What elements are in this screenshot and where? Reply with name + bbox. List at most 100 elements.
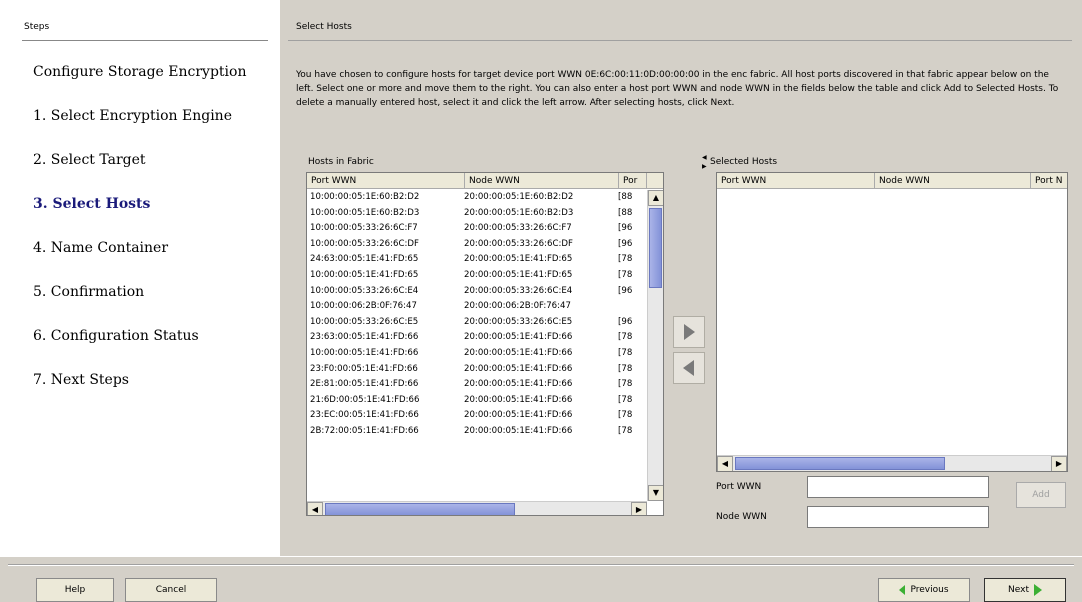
- page-title: Select Hosts: [296, 22, 352, 32]
- scroll-down-icon[interactable]: ▼: [648, 485, 663, 501]
- help-button[interactable]: Help: [36, 578, 114, 602]
- add-button[interactable]: Add: [1016, 482, 1066, 508]
- table-row[interactable]: 10:00:00:05:33:26:6C:E4 20:00:00:05:33:26…: [307, 284, 647, 300]
- table-row[interactable]: 2B:72:00:05:1E:41:FD:66 20:00:00:05:1E:41…: [307, 424, 647, 440]
- sort-up-icon: ◀: [702, 154, 707, 161]
- step-item: 5. Confirmation: [33, 284, 145, 300]
- scroll-left-icon[interactable]: ◀: [307, 502, 323, 515]
- table-cell: 10:00:00:05:1E:41:FD:66: [310, 347, 419, 358]
- table-cell: [78: [618, 363, 633, 374]
- step-item: 6. Configuration Status: [33, 328, 199, 344]
- port-wwn-field[interactable]: [807, 476, 989, 498]
- hosts-table-label: Hosts in Fabric: [308, 157, 374, 167]
- triangle-right-icon: [684, 324, 695, 340]
- hosts-in-fabric-table[interactable]: Port WWN Node WWN Por 10:00:00:05:1E:60:…: [306, 172, 664, 516]
- table-row[interactable]: 2E:81:00:05:1E:41:FD:66 20:00:00:05:1E:41…: [307, 377, 647, 393]
- table-row[interactable]: 10:00:00:05:33:26:6C:F7 20:00:00:05:33:26…: [307, 221, 647, 237]
- hosts-horizontal-scrollbar[interactable]: ◀ ▶: [307, 501, 647, 515]
- table-cell: 20:00:00:05:1E:41:FD:65: [464, 269, 573, 280]
- table-cell: 10:00:00:05:33:26:6C:E4: [310, 285, 419, 296]
- table-cell: 20:00:00:05:1E:41:FD:66: [464, 425, 573, 436]
- table-cell: 20:00:00:05:33:26:6C:E4: [464, 285, 573, 296]
- table-cell: [78: [618, 410, 633, 421]
- table-row[interactable]: 10:00:00:06:2B:0F:76:47 20:00:00:06:2B:0F…: [307, 299, 647, 315]
- table-row[interactable]: 10:00:00:05:33:26:6C:E5 20:00:00:05:33:26…: [307, 315, 647, 331]
- table-cell: 10:00:00:05:1E:60:B2:D2: [310, 192, 420, 202]
- table-cell: 23:F0:00:05:1E:41:FD:66: [310, 363, 418, 374]
- scroll-right-icon[interactable]: ▶: [631, 502, 647, 515]
- table-row[interactable]: 10:00:00:05:1E:60:B2:D3 20:00:00:05:1E:60…: [307, 206, 647, 222]
- table-row[interactable]: 10:00:00:05:1E:41:FD:66 20:00:00:05:1E:41…: [307, 346, 647, 362]
- steps-divider: [22, 40, 268, 41]
- previous-arrow-icon: [899, 585, 906, 595]
- scroll-thumb[interactable]: [649, 208, 662, 288]
- table-cell: [78: [618, 379, 633, 390]
- scroll-thumb[interactable]: [735, 457, 945, 470]
- table-cell: 20:00:00:05:1E:41:FD:66: [464, 332, 573, 343]
- table-cell: [96: [618, 223, 633, 234]
- table-cell: [88: [618, 207, 633, 218]
- step-item: 4. Name Container: [33, 240, 169, 256]
- table-cell: [78: [618, 394, 633, 405]
- scroll-right-icon[interactable]: ▶: [1051, 456, 1067, 471]
- table-row[interactable]: 23:63:00:05:1E:41:FD:66 20:00:00:05:1E:41…: [307, 330, 647, 346]
- node-wwn-field[interactable]: [807, 506, 989, 528]
- column-header-port-wwn[interactable]: Port WWN: [307, 173, 465, 189]
- table-cell: [88: [618, 192, 633, 202]
- column-header-port-n[interactable]: Port N: [1031, 173, 1067, 189]
- table-cell: 10:00:00:05:1E:60:B2:D3: [310, 207, 420, 218]
- steps-list: Configure Storage Encryption 1. Select En…: [33, 64, 246, 416]
- table-cell: 10:00:00:06:2B:0F:76:47: [310, 301, 417, 312]
- next-button-label: Next: [1008, 585, 1029, 595]
- table-cell: [78: [618, 425, 633, 436]
- column-header-corner: [647, 173, 663, 189]
- instructions-text: You have chosen to configure hosts for t…: [296, 70, 1059, 108]
- table-row[interactable]: 24:63:00:05:1E:41:FD:65 20:00:00:05:1E:41…: [307, 252, 647, 268]
- step-item: 2. Select Target: [33, 152, 146, 168]
- selected-hosts-table[interactable]: Port WWN Node WWN Port N ◀ ▶: [716, 172, 1068, 472]
- triangle-left-icon: [683, 360, 694, 376]
- column-header-node-wwn[interactable]: Node WWN: [465, 173, 619, 189]
- move-right-button[interactable]: [673, 316, 705, 348]
- cancel-button-label: Cancel: [155, 585, 187, 595]
- main-panel: Select Hosts You have chosen to configur…: [280, 0, 1082, 556]
- table-cell: [78: [618, 269, 633, 280]
- cancel-button[interactable]: Cancel: [125, 578, 217, 602]
- table-row[interactable]: 23:EC:00:05:1E:41:FD:66 20:00:00:05:1E:41…: [307, 408, 647, 424]
- table-row[interactable]: 23:F0:00:05:1E:41:FD:66 20:00:00:05:1E:41…: [307, 362, 647, 378]
- column-header-node-wwn[interactable]: Node WWN: [875, 173, 1031, 189]
- column-header-port[interactable]: Por: [619, 173, 647, 189]
- steps-panel: Steps Configure Storage Encryption 1. Sel…: [0, 0, 280, 556]
- steps-header: Steps: [24, 22, 50, 32]
- next-arrow-icon: [1033, 584, 1042, 596]
- table-cell: [96: [618, 285, 633, 296]
- selected-horizontal-scrollbar[interactable]: ◀ ▶: [717, 455, 1067, 471]
- table-cell: 24:63:00:05:1E:41:FD:65: [310, 254, 419, 265]
- next-button[interactable]: Next: [984, 578, 1066, 602]
- step-item: 3. Select Hosts: [33, 196, 151, 212]
- table-cell: 20:00:00:05:33:26:6C:E5: [464, 316, 573, 327]
- scroll-left-icon[interactable]: ◀: [717, 456, 733, 471]
- table-cell: [78: [618, 347, 633, 358]
- hosts-vertical-scrollbar[interactable]: ▲ ▼: [647, 190, 663, 501]
- title-divider: [288, 40, 1072, 41]
- table-cell: [78: [618, 332, 633, 343]
- column-header-port-wwn[interactable]: Port WWN: [717, 173, 875, 189]
- table-row[interactable]: 10:00:00:05:1E:41:FD:65 20:00:00:05:1E:41…: [307, 268, 647, 284]
- table-row[interactable]: 10:00:00:05:1E:60:B2:D2 20:00:00:05:1E:60…: [307, 190, 647, 206]
- table-row[interactable]: 21:6D:00:05:1E:41:FD:66 20:00:00:05:1E:41…: [307, 393, 647, 409]
- previous-button[interactable]: Previous: [878, 578, 970, 602]
- table-cell: 20:00:00:05:1E:41:FD:65: [464, 254, 573, 265]
- bottom-divider: [8, 564, 1074, 566]
- table-cell: 20:00:00:06:2B:0F:76:47: [464, 301, 571, 312]
- table-cell: [96: [618, 316, 633, 327]
- table-cell: 20:00:00:05:1E:60:B2:D2: [464, 192, 574, 202]
- table-row[interactable]: 10:00:00:05:33:26:6C:DF 20:00:00:05:33:26…: [307, 237, 647, 253]
- hosts-rows: 10:00:00:05:1E:60:B2:D2 20:00:00:05:1E:60…: [307, 190, 647, 440]
- node-wwn-label: Node WWN: [716, 512, 767, 522]
- move-left-button[interactable]: [673, 352, 705, 384]
- scroll-up-icon[interactable]: ▲: [648, 190, 663, 206]
- table-cell: 20:00:00:05:1E:41:FD:66: [464, 347, 573, 358]
- scroll-thumb[interactable]: [325, 503, 515, 515]
- table-cell: 20:00:00:05:1E:60:B2:D3: [464, 207, 574, 218]
